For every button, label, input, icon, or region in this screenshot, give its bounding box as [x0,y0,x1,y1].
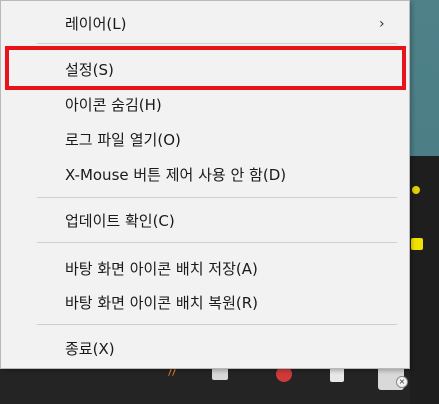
menu-item-label: 로그 파일 열기(O) [65,131,181,149]
chevron-right-icon: › [379,16,385,32]
menu-item-hide-icon[interactable]: 아이콘 숨김(H) [1,91,409,119]
menu-item-label: 바탕 화면 아이콘 배치 저장(A) [65,260,258,278]
highlight-box [5,46,406,90]
menu-item-disable-xmouse[interactable]: X-Mouse 버튼 제어 사용 안 함(D) [1,161,409,189]
menu-item-check-update[interactable]: 업데이트 확인(C) [1,207,409,235]
context-menu: 레이어(L) › 설정(S) 아이콘 숨김(H) 로그 파일 열기(O) X-M… [0,0,410,369]
close-badge-icon: × [396,376,408,388]
menu-item-label: 업데이트 확인(C) [65,212,175,230]
menu-separator [37,197,397,198]
menu-item-save-icon-layout[interactable]: 바탕 화면 아이콘 배치 저장(A) [1,255,409,283]
menu-item-exit[interactable]: 종료(X) [1,335,409,363]
menu-item-layer[interactable]: 레이어(L) › [1,10,409,38]
menu-separator [37,43,397,44]
menu-item-open-log[interactable]: 로그 파일 열기(O) [1,126,409,154]
menu-item-label: 바탕 화면 아이콘 배치 복원(R) [65,294,258,312]
tray-app-icon[interactable] [411,238,423,250]
menu-separator [37,324,397,325]
tray-status-dot-icon [412,186,420,194]
menu-item-label: 종료(X) [65,340,115,358]
menu-item-restore-icon-layout[interactable]: 바탕 화면 아이콘 배치 복원(R) [1,289,409,317]
menu-separator [37,242,397,243]
menu-item-label: 아이콘 숨김(H) [65,96,162,114]
menu-item-label: X-Mouse 버튼 제어 사용 안 함(D) [65,166,287,184]
menu-item-label: 레이어(L) [65,15,127,33]
